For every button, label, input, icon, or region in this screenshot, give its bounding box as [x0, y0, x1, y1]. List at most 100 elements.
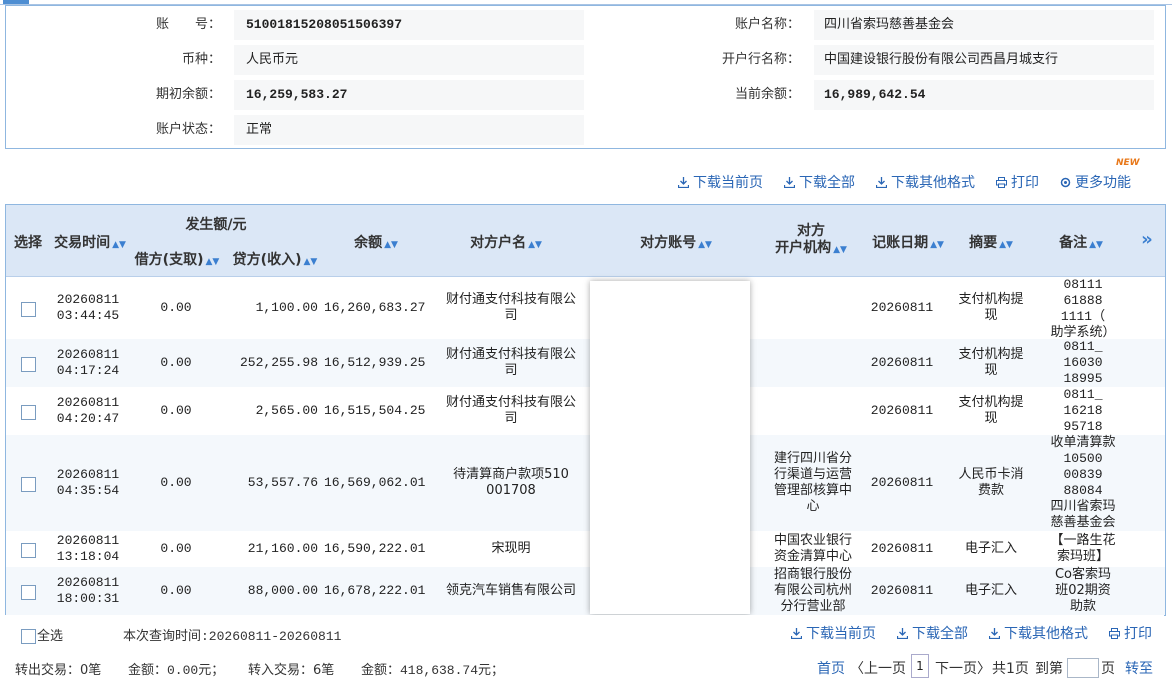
row-counterparty-name: 宋现明 — [491, 541, 531, 556]
row-remark-2: 16030 — [1063, 355, 1103, 370]
row-date: 20260811 — [56, 467, 120, 482]
table-row[interactable]: 20260811 04:35:54 0.00 53,557.76 16,569,0… — [6, 435, 1165, 531]
row-checkbox[interactable] — [21, 302, 36, 317]
toolbar: 下载当前页 下载全部 下载其他格式 打印 更多功能 — [0, 172, 1172, 194]
row-checkbox[interactable] — [21, 477, 36, 492]
table-row[interactable]: 20260811 03:44:45 0.00 1,100.00 16,260,68… — [6, 277, 1165, 340]
table-header: 选择 交易时间 ▲▼ 发生额/元 借方(支取) ▲▼ 贷方(收入) ▲▼ 余额 ▲▼ 对… — [6, 205, 1165, 277]
prev-page-link[interactable]: 〈上一页 — [850, 658, 906, 678]
row-balance: 16,260,683.27 — [324, 300, 426, 315]
header-credit[interactable]: 贷方(收入) ▲▼ — [230, 249, 320, 269]
sort-icon: ▲▼ — [999, 240, 1013, 250]
jump-button[interactable]: 转至 — [1125, 658, 1153, 678]
download-page-button[interactable]: 下载当前页 — [678, 172, 763, 194]
row-summary: 支付机构提 — [958, 292, 1024, 307]
header-counterparty-bank[interactable]: 对方 开户机构 ▲▼ — [766, 223, 856, 259]
transaction-table: 选择 交易时间 ▲▼ 发生额/元 借方(支取) ▲▼ 贷方(收入) ▲▼ 余额 ▲▼ 对… — [5, 204, 1166, 616]
total-pages: 共1页 — [992, 661, 1029, 677]
row-checkbox[interactable] — [21, 543, 36, 558]
table-row[interactable]: 20260811 13:18:04 0.00 21,160.00 16,590,2… — [6, 531, 1165, 567]
header-select: 选择 — [14, 235, 42, 251]
redaction-box — [590, 281, 750, 614]
footer-download-all-label: 下载全部 — [912, 626, 968, 642]
sort-icon: ▲▼ — [205, 257, 220, 267]
row-counterparty-bank-1: 建行四川省分 — [773, 451, 852, 466]
footer-download-other-button[interactable]: 下载其他格式 — [989, 623, 1088, 643]
row-counterparty-bank-2: 行渠道与运营 — [773, 467, 852, 482]
select-all-checkbox[interactable] — [21, 629, 36, 644]
header-counterparty-name[interactable]: 对方户名 ▲▼ — [456, 232, 556, 252]
row-remark-1: 0811_ — [1063, 339, 1103, 354]
current-page[interactable]: 1 — [911, 654, 929, 678]
next-page-link[interactable]: 下一页〉 — [935, 658, 991, 678]
row-remark-2: 班02期资 — [1055, 583, 1111, 598]
row-time: 03:44:45 — [56, 308, 120, 323]
row-date: 20260811 — [56, 575, 120, 590]
currency-label: 币种： — [181, 52, 221, 67]
row-debit: 0.00 — [160, 300, 192, 315]
info-row-3: 期初余额： 16,259,583.27 当前余额： 16,989,642.54 — [6, 77, 1165, 112]
row-remark-1: 08111 — [1063, 277, 1103, 292]
table-row[interactable]: 20260811 04:17:24 0.00 252,255.98 16,512,… — [6, 339, 1165, 387]
header-debit[interactable]: 借方(支取) ▲▼ — [132, 249, 222, 269]
opening-balance-label: 期初余额： — [155, 87, 221, 102]
print-button[interactable]: 打印 — [996, 172, 1039, 194]
row-remark-3: 00839 — [1063, 467, 1103, 482]
row-credit: 21,160.00 — [247, 541, 318, 556]
header-remark[interactable]: 备注 ▲▼ — [1046, 232, 1116, 252]
sort-icon: ▲▼ — [112, 240, 126, 250]
footer-download-other-label: 下载其他格式 — [1004, 626, 1088, 642]
outgoing-count: 转出交易：0笔 — [15, 663, 102, 678]
row-counterparty-name-cont: 司 — [504, 363, 518, 378]
more-functions-button[interactable]: 更多功能 — [1060, 172, 1131, 194]
row-remark-3: 1111（ — [1060, 309, 1106, 324]
download-icon — [784, 177, 795, 188]
row-remark-1: 【一路生花 — [1050, 533, 1116, 548]
row-checkbox[interactable] — [21, 405, 36, 420]
row-summary: 人民币卡消 — [958, 467, 1024, 482]
row-debit: 0.00 — [160, 583, 192, 598]
row-credit: 53,557.76 — [247, 475, 318, 490]
row-time: 04:35:54 — [56, 483, 120, 498]
row-time: 04:17:24 — [56, 363, 120, 378]
info-row-1: 账 号： 5100181520805150639​7 账户名称： 四川省索玛慈善… — [6, 7, 1165, 42]
footer-download-page-label: 下载当前页 — [806, 626, 876, 642]
table-row[interactable]: 20260811 18:00:31 0.00 88,000.00 16,678,2… — [6, 567, 1165, 615]
header-counterparty-account[interactable]: 对方账号 ▲▼ — [626, 232, 726, 252]
goto-page-input[interactable] — [1067, 658, 1099, 678]
header-counterparty-bank-line1: 对方 — [797, 223, 825, 239]
download-other-button[interactable]: 下载其他格式 — [876, 172, 975, 194]
row-debit: 0.00 — [160, 541, 192, 556]
table-row[interactable]: 20260811 04:20:47 0.00 2,565.00 16,515,50… — [6, 387, 1165, 435]
header-time[interactable]: 交易时间 ▲▼ — [50, 232, 130, 252]
download-other-label: 下载其他格式 — [891, 175, 975, 191]
header-post-date[interactable]: 记账日期 ▲▼ — [868, 232, 948, 252]
first-page-link[interactable]: 首页 — [817, 658, 845, 678]
header-counterparty-bank-line2: 开户机构 — [775, 240, 832, 256]
row-remark-3: 18995 — [1063, 371, 1103, 386]
download-icon — [791, 628, 802, 639]
footer-print-button[interactable]: 打印 — [1109, 623, 1152, 643]
download-all-label: 下载全部 — [799, 175, 855, 191]
printer-icon — [996, 177, 1007, 188]
footer-download-all-button[interactable]: 下载全部 — [897, 623, 968, 643]
row-counterparty-name-cont: 司 — [504, 308, 518, 323]
row-checkbox[interactable] — [21, 357, 36, 372]
row-credit: 1,100.00 — [255, 300, 318, 315]
row-summary: 支付机构提 — [958, 395, 1024, 410]
sort-icon: ▲▼ — [303, 257, 318, 267]
header-balance[interactable]: 余额 ▲▼ — [336, 232, 416, 252]
row-remark-1: Co客索玛 — [1054, 567, 1112, 582]
row-summary: 电子汇入 — [964, 541, 1017, 556]
download-page-label: 下载当前页 — [693, 175, 763, 191]
row-balance: 16,569,062.01 — [324, 475, 426, 490]
footer-download-page-button[interactable]: 下载当前页 — [791, 623, 876, 643]
row-time: 04:20:47 — [56, 411, 120, 426]
sort-icon: ▲▼ — [1089, 240, 1103, 250]
expand-columns-icon[interactable]: » — [1134, 229, 1160, 250]
row-balance: 16,590,222.01 — [324, 541, 426, 556]
header-summary[interactable]: 摘要 ▲▼ — [956, 232, 1026, 252]
download-all-button[interactable]: 下载全部 — [784, 172, 855, 194]
row-remark-1: 0811_ — [1063, 387, 1103, 402]
row-checkbox[interactable] — [21, 585, 36, 600]
